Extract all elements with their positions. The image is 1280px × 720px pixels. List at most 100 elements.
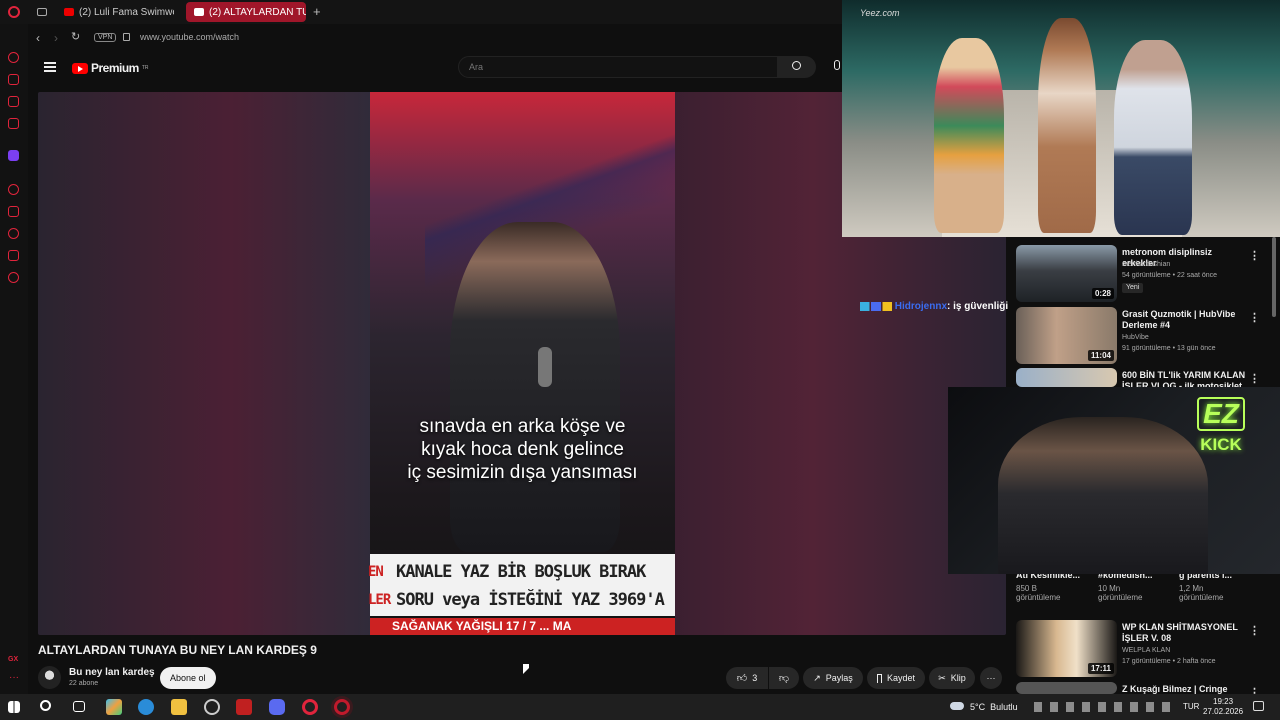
- more-actions-button[interactable]: ···: [980, 667, 1002, 689]
- file-explorer-icon[interactable]: [171, 699, 187, 715]
- shorts-row: Atı Kesinlikle... 850 B görüntüleme #kom…: [1016, 570, 1272, 610]
- rec-item[interactable]: 17:11 WP KLAN SHİTMASYONEL İŞLER V. 08 W…: [1016, 620, 1276, 680]
- rec-item[interactable]: 0:28 metronom disiplinsiz erkekler mertk…: [1016, 245, 1276, 305]
- share-icon: ↗: [813, 672, 821, 683]
- tab-luli-fama[interactable]: (2) Luli Fama Swimwear Fa: [56, 2, 174, 22]
- short-views: 10 Mn: [1098, 584, 1121, 593]
- new-tab-button[interactable]: +: [313, 4, 321, 19]
- short-views: 1,2 Mn: [1179, 584, 1204, 593]
- search-button[interactable]: [778, 56, 816, 78]
- rec-title: Z Kuşağı Bilmez | Cringe Damarı: [1122, 684, 1228, 694]
- subscribe-button[interactable]: Abone ol: [160, 667, 216, 689]
- messenger-icon[interactable]: [8, 74, 19, 85]
- notification-icon[interactable]: [1253, 701, 1264, 711]
- back-icon[interactable]: ‹: [36, 31, 40, 45]
- language-indicator[interactable]: TUR: [1183, 702, 1199, 711]
- weather-icon[interactable]: [950, 702, 964, 710]
- dislike-button[interactable]: 👎︎: [769, 667, 799, 689]
- browser-sidebar: GX ···: [0, 24, 28, 694]
- short-views: 850 B: [1016, 584, 1037, 593]
- mouse-cursor-icon: [523, 664, 529, 674]
- more-options-icon[interactable]: ⋮: [1249, 624, 1260, 637]
- tab-label: (2) Luli Fama Swimwear Fa: [79, 6, 174, 18]
- workspaces-icon[interactable]: [37, 8, 47, 16]
- instagram-icon[interactable]: [8, 96, 19, 107]
- scissors-icon: ✂: [938, 672, 946, 683]
- rec-item[interactable]: 11:04 Grasit Quzmotik | HubVibe Derleme …: [1016, 307, 1276, 367]
- clock-icon[interactable]: [8, 228, 19, 239]
- twitch-icon[interactable]: [8, 150, 19, 161]
- share-label: Paylaş: [825, 673, 853, 683]
- opera-icon[interactable]: [302, 699, 318, 715]
- tab-altaylardan[interactable]: (2) ALTAYLARDAN TU: [186, 2, 306, 22]
- channel-row: Bu ney lan kardeş 22 abone Abone ol 👍︎ 3 …: [38, 663, 1006, 691]
- channel-name[interactable]: Bu ney lan kardeş: [69, 667, 155, 678]
- vpn-badge[interactable]: VPN: [94, 33, 117, 42]
- extensions-icon[interactable]: [8, 250, 19, 261]
- tray-icons[interactable]: [1034, 702, 1174, 712]
- tv-ticker: EN KANALE YAZ BİR BOŞLUK BIRAK LER SORU ve…: [368, 554, 675, 616]
- model-center-figure: [1038, 18, 1096, 233]
- thumbs-down-icon: 👎︎: [778, 673, 790, 684]
- gmail-icon[interactable]: [8, 118, 19, 129]
- forward-icon[interactable]: ›: [54, 31, 58, 45]
- like-button[interactable]: 👍︎ 3: [726, 667, 768, 689]
- more-options-icon[interactable]: ⋮: [1249, 686, 1260, 694]
- copilot-icon[interactable]: [106, 699, 122, 715]
- short-views-label: görüntüleme: [1179, 593, 1224, 602]
- more-options-icon[interactable]: ⋮: [1249, 372, 1260, 385]
- share-button[interactable]: ↗ Paylaş: [803, 667, 863, 689]
- rec-item[interactable]: Z Kuşağı Bilmez | Cringe Damarı ⋮: [1016, 682, 1276, 694]
- search-icon[interactable]: [40, 700, 51, 711]
- weather-text[interactable]: 5°C Bulutlu: [970, 702, 1018, 712]
- caption-line: kıyak hoca denk gelince: [421, 439, 624, 460]
- bookmarks-icon[interactable]: [8, 206, 19, 217]
- app-icon[interactable]: [204, 699, 220, 715]
- url-field[interactable]: www.youtube.com/watch: [140, 32, 239, 42]
- chat-username[interactable]: Hidrojennx: [895, 301, 947, 312]
- hamburger-menu-icon[interactable]: [44, 62, 56, 72]
- search-input[interactable]: [458, 56, 778, 78]
- more-options-icon[interactable]: ⋮: [1249, 311, 1260, 324]
- microphone-icon[interactable]: [834, 60, 840, 70]
- edge-icon[interactable]: [138, 699, 154, 715]
- task-view-icon[interactable]: [73, 701, 85, 712]
- more-icon[interactable]: ···: [9, 672, 19, 683]
- aria-icon[interactable]: [8, 52, 19, 63]
- short-item[interactable]: #komedish... 10 Mn görüntüleme: [1098, 570, 1178, 602]
- youtube-header: Premium TR: [28, 52, 842, 84]
- video-caption: sınavda en arka köşe ve kıyak hoca denk …: [370, 415, 675, 484]
- rec-channel: mertkardashian: [1122, 261, 1171, 268]
- thumbs-up-icon: 👍︎: [736, 673, 748, 684]
- chat-message: Hidrojennx: iş güvenliği: [860, 301, 1008, 312]
- ticker-line: SORU veya İSTEĞİNİ YAZ 3969'A: [396, 590, 665, 610]
- short-item[interactable]: Atı Kesinlikle... 850 B görüntüleme: [1016, 570, 1096, 602]
- rec-thumbnail: 17:11: [1016, 620, 1117, 677]
- clock-date[interactable]: 27.02.2026: [1203, 707, 1243, 716]
- duration-badge: 0:28: [1091, 288, 1114, 299]
- microphone-graphic: [538, 347, 552, 387]
- app-icon-red[interactable]: [236, 699, 252, 715]
- discord-icon[interactable]: [269, 699, 285, 715]
- more-options-icon[interactable]: ⋮: [1249, 249, 1260, 262]
- youtube-logo[interactable]: Premium TR: [72, 61, 149, 75]
- logo-text: Premium: [91, 61, 139, 75]
- save-button[interactable]: Kaydet: [867, 667, 925, 689]
- neon-bottom: KICK: [1200, 435, 1242, 454]
- rec-channel: HubVibe: [1122, 334, 1149, 341]
- short-item[interactable]: g parents l... 1,2 Mn görüntüleme: [1179, 570, 1259, 602]
- channel-avatar[interactable]: [38, 666, 61, 689]
- tab-label: (2) ALTAYLARDAN TU: [209, 6, 306, 18]
- chat-text: : iş güvenliği: [947, 301, 1009, 312]
- clock-time[interactable]: 19:23: [1213, 697, 1233, 706]
- clip-button[interactable]: ✂ Klip: [929, 667, 975, 689]
- opera-gx-icon[interactable]: [334, 699, 350, 715]
- address-bar: ‹ › ↻ VPN www.youtube.com/watch: [24, 24, 842, 52]
- opera-logo-icon[interactable]: [8, 6, 20, 18]
- reload-icon[interactable]: ↻: [71, 30, 80, 43]
- gx-icon[interactable]: GX: [8, 656, 18, 663]
- windows-start-icon[interactable]: [8, 701, 20, 713]
- settings-icon[interactable]: [8, 272, 19, 283]
- runway-overlay: Yeez.com: [842, 0, 1280, 237]
- history-icon[interactable]: [8, 184, 19, 195]
